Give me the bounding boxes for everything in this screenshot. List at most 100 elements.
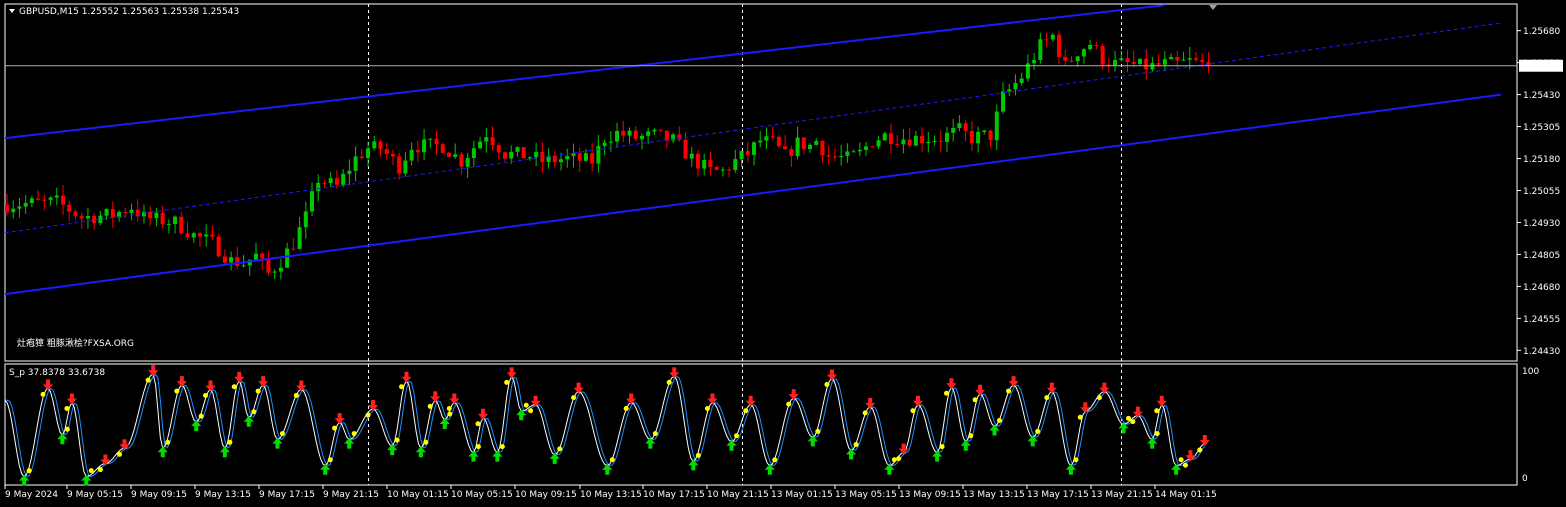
signal-dot (968, 433, 974, 439)
bear-candle (359, 156, 364, 159)
down-arrow-icon (1199, 434, 1210, 446)
down-arrow-icon (234, 371, 245, 383)
bear-candle (415, 149, 420, 153)
bull-candle (627, 130, 632, 136)
dropdown-icon[interactable] (9, 9, 15, 13)
bear-candle (1175, 57, 1180, 61)
x-tick-label: 13 May 13:15 (963, 490, 1025, 500)
bull-candle (982, 130, 987, 132)
bull-candle (583, 153, 588, 161)
bull-candle (527, 157, 532, 159)
signal-dot (743, 408, 749, 414)
bear-candle (907, 139, 912, 146)
bull-candle (272, 271, 277, 273)
bull-candle (1169, 57, 1174, 60)
x-tick-label: 14 May 01:15 (1155, 490, 1217, 500)
x-tick-label: 10 May 21:15 (707, 490, 769, 500)
bull-candle (733, 159, 738, 171)
bear-candle (745, 151, 750, 155)
channel-upper-line[interactable] (4, 4, 1165, 140)
down-arrow-icon (66, 393, 77, 405)
signal-dot (853, 441, 859, 447)
bear-candle (1057, 34, 1062, 57)
bull-candle (104, 209, 109, 216)
signal-dot (504, 379, 510, 385)
bull-candle (465, 158, 470, 167)
bear-candle (434, 138, 439, 145)
bull-candle (1150, 63, 1155, 70)
bear-candle (440, 144, 445, 153)
signal-dot (862, 410, 868, 416)
bull-candle (372, 141, 377, 149)
bull-candle (752, 142, 756, 155)
bear-candle (1156, 63, 1161, 65)
bear-candle (397, 156, 402, 174)
bear-candle (920, 135, 925, 144)
bear-candle (1063, 56, 1068, 61)
signal-dot (557, 446, 563, 452)
bull-candle (764, 136, 769, 141)
bear-candle (1193, 58, 1198, 60)
down-arrow-icon (1156, 395, 1167, 407)
bull-candle (471, 148, 476, 159)
channel-middle-line[interactable] (4, 22, 1502, 234)
signal-dot (695, 452, 701, 458)
bull-candle (957, 123, 962, 129)
signal-dot (1182, 462, 1188, 468)
signal-dot (227, 439, 233, 445)
bear-candle (870, 146, 875, 148)
signal-dot (327, 457, 333, 463)
signal-dot (1006, 388, 1012, 394)
shift-marker-icon[interactable] (1209, 5, 1217, 10)
bull-candle (857, 149, 862, 152)
signal-dot (165, 439, 171, 445)
bull-candle (1113, 60, 1118, 66)
signal-dot (734, 433, 740, 439)
bear-candle (503, 152, 507, 159)
bull-candle (944, 132, 949, 142)
signal-dot (815, 428, 821, 434)
bull-candle (951, 128, 956, 133)
bear-candle (291, 248, 296, 250)
bear-candle (801, 137, 806, 150)
signal-dot (399, 384, 405, 390)
signal-dot (88, 468, 94, 474)
bear-candle (1069, 60, 1074, 62)
bull-candle (409, 149, 414, 161)
signal-dot (1178, 457, 1184, 463)
signal-dot (772, 457, 778, 463)
signal-dot (365, 412, 371, 418)
bull-candle (310, 191, 315, 212)
signal-dot (1077, 414, 1083, 420)
trading-chart[interactable]: 1.255431.256801.255551.254301.253051.251… (0, 0, 1566, 507)
bear-candle (683, 139, 688, 159)
bear-candle (36, 198, 41, 200)
signal-dot (666, 379, 672, 385)
x-tick-label: 10 May 01:15 (387, 490, 449, 500)
bull-candle (882, 133, 887, 141)
bull-candle (453, 154, 458, 157)
bear-candle (235, 257, 240, 267)
bull-candle (1162, 59, 1167, 65)
signal-dot (475, 444, 481, 450)
bull-candle (913, 135, 918, 146)
signal-dot (523, 402, 529, 408)
signal-dot (1154, 431, 1160, 437)
bear-candle (390, 153, 395, 157)
bull-candle (54, 195, 59, 198)
channel-lower-line[interactable] (4, 93, 1502, 296)
bear-candle (1125, 58, 1130, 63)
down-arrow-icon (119, 439, 130, 451)
x-tick-label: 13 May 01:15 (771, 490, 833, 500)
signal-dot (652, 431, 658, 437)
bull-candle (191, 233, 196, 238)
y-tick-label: 1.24555 (1523, 315, 1560, 325)
main-panel-frame (4, 3, 1518, 362)
bear-candle (1200, 59, 1205, 62)
bear-candle (783, 146, 788, 150)
bull-candle (559, 159, 564, 163)
bull-candle (839, 155, 844, 157)
bull-candle (689, 153, 694, 159)
bear-candle (1094, 44, 1099, 46)
signal-dot (528, 408, 534, 414)
